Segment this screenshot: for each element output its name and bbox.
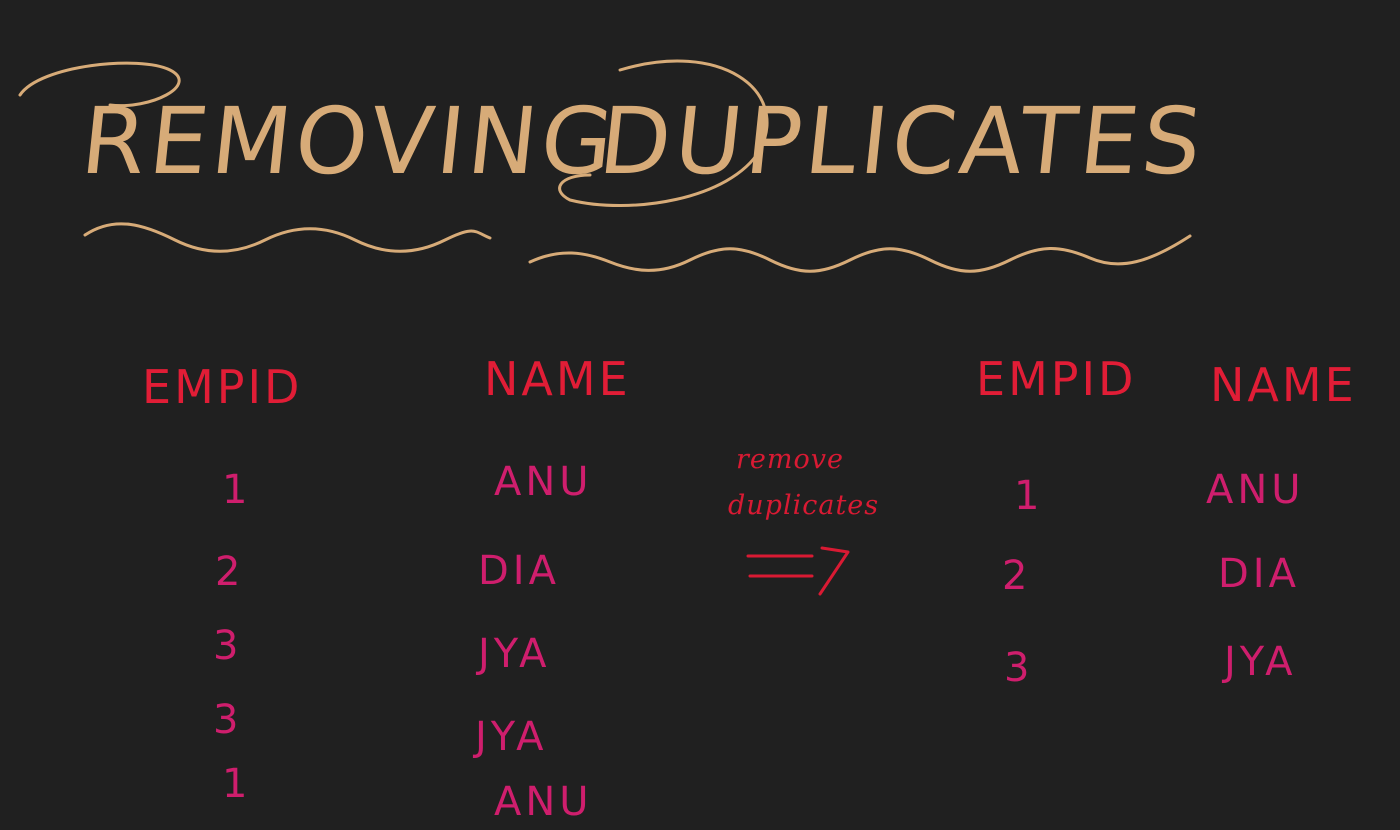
note-duplicates: duplicates xyxy=(728,490,880,521)
left-row-4-empid: 3 xyxy=(213,697,243,743)
right-row-3-empid: 3 xyxy=(1004,645,1034,691)
note-remove: remove xyxy=(736,444,844,475)
left-header-name: NAME xyxy=(484,352,631,406)
right-header-empid: EMPID xyxy=(976,352,1137,406)
left-row-2-name: DIA xyxy=(478,548,560,594)
left-header-empid: EMPID xyxy=(142,360,303,414)
title-word-duplicates: DUPLICATES xyxy=(594,88,1211,195)
right-row-2-empid: 2 xyxy=(1002,553,1032,599)
left-row-5-name: ANU xyxy=(494,779,593,825)
left-row-5-empid: 1 xyxy=(222,761,252,807)
right-header-name: NAME xyxy=(1210,358,1357,412)
right-row-3-name: JYA xyxy=(1224,639,1297,685)
right-row-1-empid: 1 xyxy=(1014,473,1044,519)
left-row-3-name: JYA xyxy=(478,631,551,677)
right-row-1-name: ANU xyxy=(1206,467,1305,513)
left-row-3-empid: 3 xyxy=(213,623,243,669)
title-word-removing: REMOVING xyxy=(76,88,623,195)
arrow-icon xyxy=(746,546,850,596)
title-underline-1 xyxy=(83,222,492,253)
right-row-2-name: DIA xyxy=(1218,551,1300,597)
left-row-4-name: JYA xyxy=(475,714,548,760)
left-row-2-empid: 2 xyxy=(215,549,245,595)
title-underline-2 xyxy=(528,234,1192,273)
whiteboard-canvas: REMOVING DUPLICATES EMPID NAME 1 ANU 2 D… xyxy=(0,0,1400,830)
left-row-1-name: ANU xyxy=(494,459,593,505)
left-row-1-empid: 1 xyxy=(222,467,252,513)
